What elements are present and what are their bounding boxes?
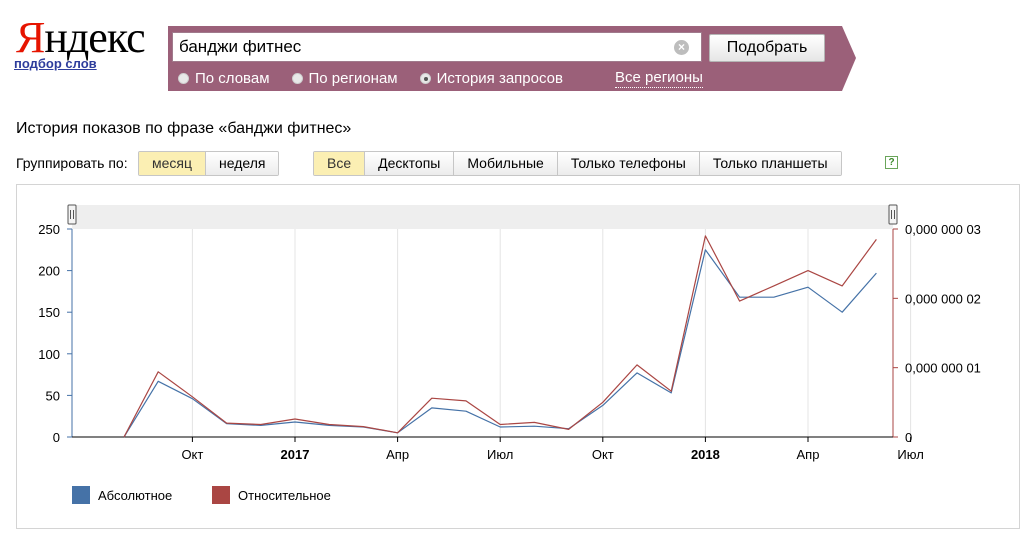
search-bar: × Подобрать По словам По регионам Истори… — [168, 26, 856, 91]
device-filter: Все Десктопы Мобильные Только телефоны Т… — [313, 151, 842, 176]
group-week-button[interactable]: неделя — [205, 152, 279, 175]
radio-button[interactable] — [291, 72, 303, 84]
mode-radio-group: По словам По регионам История запросов — [178, 68, 585, 88]
radio-button-checked[interactable] — [419, 72, 431, 84]
radio-history[interactable]: История запросов — [419, 70, 563, 87]
x-tick-label: Окт — [181, 447, 203, 462]
radio-by-words[interactable]: По словам — [178, 70, 270, 87]
y-left-tick-label: 150 — [38, 305, 60, 320]
x-tick-label: 2018 — [691, 447, 720, 462]
help-icon[interactable]: ? — [885, 156, 898, 169]
y-right-tick-label: 0 — [905, 430, 912, 445]
grouping-toggle: месяц неделя — [138, 151, 280, 176]
navigator-strip[interactable] — [72, 205, 893, 229]
x-tick-label: Июл — [487, 447, 513, 462]
device-desktop-button[interactable]: Десктопы — [364, 152, 454, 175]
device-all-button[interactable]: Все — [314, 152, 365, 175]
search-input[interactable] — [172, 32, 702, 62]
clear-icon[interactable]: × — [674, 40, 689, 55]
navigator-handle-left[interactable] — [67, 204, 77, 225]
y-left-tick-label: 200 — [38, 264, 60, 279]
wordstat-link[interactable]: подбор слов — [14, 56, 97, 71]
y-right-tick-label: 0,000 000 03 — [905, 222, 981, 237]
page-title: История показов по фразе «банджи фитнес» — [16, 120, 352, 137]
device-phones-button[interactable]: Только телефоны — [556, 152, 699, 175]
device-tablets-button[interactable]: Только планшеты — [698, 152, 841, 175]
device-mobile-button[interactable]: Мобильные — [453, 152, 557, 175]
radio-button[interactable] — [178, 72, 189, 84]
y-left-tick-label: 250 — [38, 222, 60, 237]
y-right-tick-label: 0,000 000 02 — [905, 291, 981, 306]
grouping-label: Группировать по: — [16, 155, 128, 171]
chart-panel: Окт 2017 Апр Июл Окт 2018 Апр Июл 0 50 100 150 200 25… — [16, 184, 1020, 529]
group-month-button[interactable]: месяц — [139, 152, 206, 175]
legend-label-absolute[interactable]: Абсолютное — [98, 488, 172, 503]
y-right-tick-label: 0,000 000 01 — [905, 361, 981, 376]
history-chart: Окт 2017 Апр Июл Окт 2018 Апр Июл 0 50 100 150 200 25… — [38, 204, 981, 504]
submit-button[interactable]: Подобрать — [709, 34, 825, 62]
y-left-tick-label: 50 — [46, 388, 60, 403]
legend-swatch-relative[interactable] — [212, 486, 230, 504]
y-left-tick-label: 100 — [38, 347, 60, 362]
all-regions-link[interactable]: Все регионы — [615, 68, 703, 88]
x-tick-label: 2017 — [281, 447, 310, 462]
x-tick-label: Апр — [797, 447, 820, 462]
radio-by-regions[interactable]: По регионам — [291, 70, 398, 87]
x-tick-label: Июл — [897, 447, 923, 462]
y-left-tick-label: 0 — [53, 430, 60, 445]
x-tick-label: Апр — [386, 447, 409, 462]
x-tick-label: Окт — [592, 447, 614, 462]
logo-text: Яндекс — [16, 13, 146, 62]
legend-swatch-absolute[interactable] — [72, 486, 90, 504]
legend-label-relative[interactable]: Относительное — [238, 488, 331, 503]
navigator-handle-right[interactable] — [888, 204, 898, 225]
